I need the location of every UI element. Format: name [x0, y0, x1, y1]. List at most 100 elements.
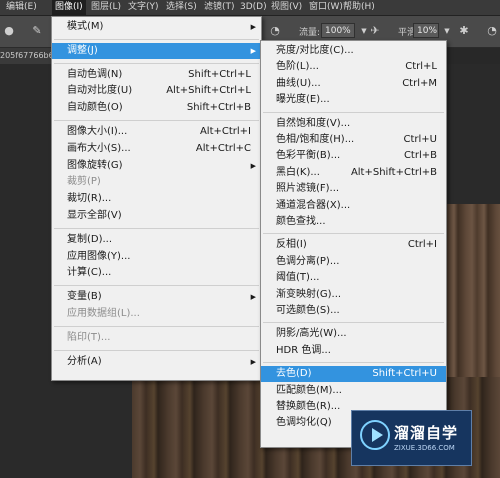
- menu-item: 裁剪(P): [52, 174, 261, 190]
- menu-item[interactable]: 匹配颜色(M)...: [261, 383, 446, 399]
- menu-item-label: 去色(D): [276, 368, 312, 380]
- menu-item-label: 图像旋转(G): [67, 159, 123, 171]
- menu-item-label: 计算(C)...: [67, 267, 112, 279]
- image-menu: 模式(M) ▶ 调整(J) ▶ 自动色调(N) Shift+Ctrl+L 自动对比度(U) A…: [51, 16, 262, 381]
- menu-item[interactable]: 反相(I) Ctrl+I: [261, 237, 446, 253]
- menu-item[interactable]: 自动颜色(O) Shift+Ctrl+B: [52, 100, 261, 116]
- menu-item-label: 模式(M): [67, 21, 104, 32]
- menu-item[interactable]: 色调分离(P)...: [261, 254, 446, 270]
- menu-separator: [54, 349, 259, 351]
- menu-item[interactable]: 计算(C)...: [52, 265, 261, 281]
- menu-item[interactable]: 阈值(T)...: [261, 270, 446, 286]
- menu-item[interactable]: 模式(M) ▶: [52, 19, 261, 35]
- menubar-item[interactable]: 图层(L): [88, 0, 124, 15]
- menu-item-label: 裁剪(P): [67, 176, 101, 188]
- airbrush-icon[interactable]: ✈: [368, 24, 382, 38]
- menu-item-label: 自然饱和度(V)...: [276, 117, 351, 129]
- menu-item-label: 画布大小(S)...: [67, 142, 131, 154]
- menu-item-label: 色相/饱和度(H)...: [276, 134, 355, 145]
- menubar-item[interactable]: 编辑(E): [3, 0, 40, 15]
- submenu-arrow-icon: ▶: [250, 46, 256, 55]
- menu-item-label: 反相(I): [276, 239, 307, 251]
- menu-item[interactable]: 去色(D) Shift+Ctrl+U: [261, 366, 446, 383]
- menu-item[interactable]: 自动色调(N) Shift+Ctrl+L: [52, 67, 261, 83]
- menu-item[interactable]: 曲线(U)... Ctrl+M: [261, 76, 446, 92]
- menu-item-shortcut: Alt+Shift+Ctrl+B: [350, 166, 437, 178]
- menu-item[interactable]: 亮度/对比度(C)...: [261, 43, 446, 59]
- document-tab[interactable]: 205f67766b6: [0, 48, 52, 64]
- menu-item-label: 显示全部(V): [67, 210, 122, 221]
- menu-item-label: 阴影/高光(W)...: [276, 328, 347, 340]
- menu-item[interactable]: 黑白(K)... Alt+Shift+Ctrl+B: [261, 165, 446, 181]
- menu-separator: [54, 227, 259, 229]
- menu-item-label: 裁切(R)...: [67, 193, 112, 205]
- menu-item[interactable]: 变量(B) ▶: [52, 289, 261, 305]
- menu-separator: [54, 120, 259, 121]
- flow-input[interactable]: 100%: [321, 23, 355, 38]
- brush-preset-icon[interactable]: ●: [2, 24, 16, 38]
- menu-item[interactable]: HDR 色调...: [261, 343, 446, 359]
- flow-label: 流量:: [299, 28, 321, 38]
- brush-panel-icon[interactable]: ✎: [30, 24, 44, 38]
- menubar-item[interactable]: 视图(V): [268, 0, 305, 15]
- menu-item-shortcut: Shift+Ctrl+B: [186, 102, 251, 114]
- smoothing-input[interactable]: 10%: [413, 23, 439, 38]
- menu-item[interactable]: 分析(A) ▶: [52, 354, 261, 370]
- menu-item-label: 亮度/对比度(C)...: [276, 45, 354, 56]
- menu-item[interactable]: 自然饱和度(V)...: [261, 116, 446, 132]
- menu-item[interactable]: 应用图像(Y)...: [52, 249, 261, 265]
- menu-item-shortcut: Ctrl+I: [407, 239, 437, 251]
- menu-item[interactable]: 阴影/高光(W)...: [261, 326, 446, 342]
- menu-item[interactable]: 复制(D)...: [52, 232, 261, 248]
- menu-item-label: 自动颜色(O): [67, 102, 123, 114]
- menu-item[interactable]: 通道混合器(X)...: [261, 198, 446, 214]
- menu-item-label: 替换颜色(R)...: [276, 401, 341, 412]
- menu-item[interactable]: 图像旋转(G) ▶: [52, 158, 261, 174]
- menu-item[interactable]: 裁切(R)...: [52, 191, 261, 207]
- menu-item[interactable]: 自动对比度(U) Alt+Shift+Ctrl+L: [52, 83, 261, 99]
- menu-separator: [263, 362, 444, 364]
- menubar-item[interactable]: 3D(D): [237, 0, 270, 15]
- watermark-brand: 溜溜自学: [394, 424, 459, 442]
- menu-separator: [263, 111, 444, 113]
- menubar-item[interactable]: 图像(I): [52, 0, 86, 15]
- menu-item-label: 曝光度(E)...: [276, 94, 330, 106]
- menu-item[interactable]: 颜色查找...: [261, 214, 446, 230]
- menu-item-shortcut: Alt+Shift+Ctrl+L: [166, 85, 251, 97]
- menu-item[interactable]: 渐变映射(G)...: [261, 287, 446, 303]
- pressure-size-icon[interactable]: ◔: [485, 24, 499, 38]
- menu-separator: [263, 233, 444, 235]
- menubar-item[interactable]: 文字(Y): [125, 0, 162, 15]
- menu-item-label: 渐变映射(G)...: [276, 288, 342, 300]
- menu-item-shortcut: Ctrl+B: [403, 150, 437, 162]
- menu-item-label: 色调分离(P)...: [276, 255, 340, 267]
- menu-item-label: 自动对比度(U): [67, 85, 133, 97]
- menu-item[interactable]: 色阶(L)... Ctrl+L: [261, 59, 446, 75]
- submenu-arrow-icon: ▶: [250, 23, 256, 31]
- menu-item-label: 自动色调(N): [67, 68, 123, 80]
- menu-item[interactable]: 调整(J) ▶: [52, 42, 261, 59]
- menubar-item[interactable]: 帮助(H): [340, 0, 378, 15]
- menu-item: 应用数据组(L)...: [52, 306, 261, 322]
- menu-item-label: 图像大小(I)...: [67, 126, 128, 137]
- menu-item-label: 调整(J): [67, 44, 98, 56]
- menubar-item[interactable]: 选择(S): [163, 0, 200, 15]
- menu-item[interactable]: 照片滤镜(F)...: [261, 181, 446, 197]
- menu-item[interactable]: 曝光度(E)...: [261, 92, 446, 108]
- menu-item[interactable]: 色相/饱和度(H)... Ctrl+U: [261, 132, 446, 148]
- menu-item[interactable]: 画布大小(S)... Alt+Ctrl+C: [52, 141, 261, 157]
- menu-item[interactable]: 显示全部(V): [52, 208, 261, 224]
- pressure-opacity-icon[interactable]: ◔: [268, 24, 282, 38]
- smoothing-dropdown-icon[interactable]: ▼: [440, 24, 454, 38]
- menu-item: 陷印(T)...: [52, 330, 261, 346]
- menubar-item[interactable]: 滤镜(T): [201, 0, 238, 15]
- menu-item[interactable]: 图像大小(I)... Alt+Ctrl+I: [52, 124, 261, 140]
- menu-item[interactable]: 色彩平衡(B)... Ctrl+B: [261, 148, 446, 164]
- menu-item-label: 色调均化(Q): [276, 417, 332, 429]
- gear-icon[interactable]: ✱: [457, 24, 471, 38]
- menu-item-label: 颜色查找...: [276, 216, 326, 227]
- menu-item-label: 分析(A): [67, 355, 102, 367]
- menu-item[interactable]: 可选颜色(S)...: [261, 303, 446, 319]
- menu-item-label: 曲线(U)...: [276, 77, 321, 89]
- menu-item-label: 黑白(K)...: [276, 166, 320, 178]
